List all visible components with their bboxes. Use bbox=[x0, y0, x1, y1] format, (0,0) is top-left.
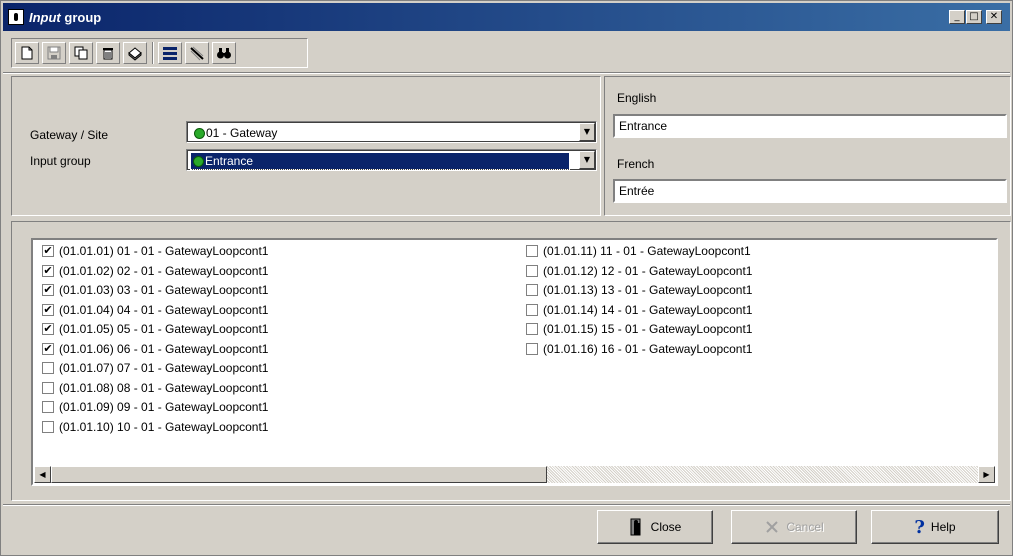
english-label: English bbox=[617, 91, 657, 105]
list-item-label: (01.01.10) 10 - 01 - GatewayLoopcont1 bbox=[59, 419, 269, 434]
list-item[interactable]: (01.01.10) 10 - 01 - GatewayLoopcont1 bbox=[42, 418, 268, 436]
list-item-label: (01.01.03) 03 - 01 - GatewayLoopcont1 bbox=[59, 283, 269, 297]
list-icon[interactable] bbox=[158, 42, 182, 64]
save-icon[interactable] bbox=[42, 42, 66, 64]
checkbox[interactable]: ✔ bbox=[42, 323, 54, 335]
list-item-label: (01.01.14) 14 - 01 - GatewayLoopcont1 bbox=[543, 302, 753, 317]
list-item-label: (01.01.11) 11 - 01 - GatewayLoopcont1 bbox=[543, 244, 751, 258]
list-item[interactable]: (01.01.15) 15 - 01 - GatewayLoopcont1 bbox=[526, 320, 752, 338]
gateway-select[interactable]: 01 - Gateway ▼ bbox=[186, 121, 597, 143]
gateway-value: 01 - Gateway bbox=[192, 125, 277, 141]
inputs-list[interactable]: ✔ (01.01.01) 01 - 01 - GatewayLoopcont1 ✔ (… bbox=[31, 238, 998, 486]
list-item[interactable]: ✔ (01.01.03) 03 - 01 - GatewayLoopcont1 bbox=[42, 281, 268, 299]
window-title: Input group bbox=[29, 10, 102, 25]
chevron-down-icon[interactable]: ▼ bbox=[579, 151, 595, 169]
horizontal-scrollbar[interactable]: ◀ ▶ bbox=[34, 466, 995, 483]
checkbox[interactable] bbox=[526, 264, 538, 277]
french-label: French bbox=[617, 157, 655, 171]
scroll-left-icon[interactable]: ◀ bbox=[34, 466, 51, 483]
list-item[interactable]: (01.01.09) 09 - 01 - GatewayLoopcont1 bbox=[42, 398, 268, 416]
divider bbox=[3, 504, 1010, 506]
close-label: Close bbox=[650, 520, 682, 534]
list-item[interactable]: ✔ (01.01.02) 02 - 01 - GatewayLoopcont1 bbox=[42, 262, 268, 280]
list-item-label: (01.01.04) 04 - 01 - GatewayLoopcont1 bbox=[59, 302, 269, 317]
minimize-button[interactable]: _ bbox=[949, 10, 965, 24]
list-item-label: (01.01.12) 12 - 01 - GatewayLoopcont1 bbox=[543, 263, 753, 278]
english-field[interactable]: Entrance bbox=[613, 114, 1007, 138]
print-icon[interactable] bbox=[123, 42, 147, 64]
checkbox[interactable] bbox=[42, 401, 54, 413]
list-item[interactable]: (01.01.16) 16 - 01 - GatewayLoopcont1 bbox=[526, 340, 752, 358]
list-item[interactable]: (01.01.11) 11 - 01 - GatewayLoopcont1 bbox=[526, 242, 751, 260]
checkbox[interactable] bbox=[526, 284, 538, 296]
checkbox[interactable]: ✔ bbox=[42, 303, 54, 316]
copy-icon[interactable] bbox=[69, 42, 93, 64]
scroll-right-icon[interactable]: ▶ bbox=[978, 466, 995, 483]
find-icon[interactable] bbox=[212, 42, 236, 64]
cancel-icon bbox=[766, 521, 779, 533]
help-button[interactable]: ? Help bbox=[871, 510, 999, 544]
input-group-window: Input group _ □ ✕ Gateway / Site 01 - Ga… bbox=[0, 0, 1013, 556]
list-item[interactable]: (01.01.08) 08 - 01 - GatewayLoopcont1 bbox=[42, 379, 268, 397]
checkbox[interactable] bbox=[42, 420, 54, 433]
list-item[interactable]: (01.01.12) 12 - 01 - GatewayLoopcont1 bbox=[526, 262, 752, 280]
scroll-thumb[interactable] bbox=[51, 466, 547, 483]
help-label: Help bbox=[930, 520, 956, 534]
list-item[interactable]: ✔ (01.01.04) 04 - 01 - GatewayLoopcont1 bbox=[42, 301, 268, 319]
list-item-label: (01.01.01) 01 - 01 - GatewayLoopcont1 bbox=[59, 244, 269, 258]
checkbox[interactable] bbox=[42, 362, 54, 374]
gateway-label: Gateway / Site bbox=[30, 128, 109, 142]
list-item-label: (01.01.05) 05 - 01 - GatewayLoopcont1 bbox=[59, 322, 269, 336]
link-icon[interactable] bbox=[185, 42, 209, 64]
list-item-label: (01.01.09) 09 - 01 - GatewayLoopcont1 bbox=[59, 400, 269, 414]
list-item-label: (01.01.08) 08 - 01 - GatewayLoopcont1 bbox=[59, 380, 269, 395]
french-field[interactable]: Entrée bbox=[613, 179, 1007, 203]
checkbox[interactable] bbox=[42, 381, 54, 394]
checkbox[interactable] bbox=[526, 342, 538, 355]
list-item[interactable]: (01.01.07) 07 - 01 - GatewayLoopcont1 bbox=[42, 359, 268, 377]
translation-panel: English Entrance French Entrée bbox=[604, 76, 1011, 216]
list-item-label: (01.01.06) 06 - 01 - GatewayLoopcont1 bbox=[59, 341, 269, 356]
checkbox[interactable] bbox=[526, 245, 538, 257]
new-icon[interactable] bbox=[15, 42, 39, 64]
close-button[interactable]: Close bbox=[597, 510, 713, 544]
close-window-button[interactable]: ✕ bbox=[986, 10, 1002, 24]
delete-icon[interactable] bbox=[96, 42, 120, 64]
list-item-label: (01.01.15) 15 - 01 - GatewayLoopcont1 bbox=[543, 322, 753, 336]
input-group-select[interactable]: Entrance ▼ bbox=[186, 149, 597, 171]
list-item-label: (01.01.16) 16 - 01 - GatewayLoopcont1 bbox=[543, 341, 753, 356]
input-group-value: Entrance bbox=[190, 152, 570, 170]
app-icon bbox=[8, 9, 24, 25]
list-item-label: (01.01.13) 13 - 01 - GatewayLoopcont1 bbox=[543, 283, 753, 297]
list-item[interactable]: ✔ (01.01.05) 05 - 01 - GatewayLoopcont1 bbox=[42, 320, 268, 338]
checkbox[interactable] bbox=[526, 323, 538, 335]
list-item-label: (01.01.07) 07 - 01 - GatewayLoopcont1 bbox=[59, 361, 269, 375]
status-dot-icon bbox=[194, 128, 205, 139]
maximize-button[interactable]: □ bbox=[966, 10, 982, 24]
checkbox[interactable]: ✔ bbox=[42, 284, 54, 296]
cancel-label: Cancel bbox=[786, 520, 824, 534]
toolbar bbox=[11, 38, 308, 68]
checkbox[interactable]: ✔ bbox=[42, 264, 54, 277]
status-dot-icon bbox=[193, 156, 204, 167]
divider bbox=[3, 72, 1010, 74]
checkbox[interactable]: ✔ bbox=[42, 245, 54, 257]
list-item[interactable]: (01.01.14) 14 - 01 - GatewayLoopcont1 bbox=[526, 301, 752, 319]
cancel-button[interactable]: Cancel bbox=[731, 510, 857, 544]
list-item[interactable]: ✔ (01.01.06) 06 - 01 - GatewayLoopcont1 bbox=[42, 340, 268, 358]
selection-panel: Gateway / Site 01 - Gateway ▼ Input grou… bbox=[11, 76, 601, 216]
list-item[interactable]: (01.01.13) 13 - 01 - GatewayLoopcont1 bbox=[526, 281, 752, 299]
checkbox[interactable]: ✔ bbox=[42, 342, 54, 355]
chevron-down-icon[interactable]: ▼ bbox=[579, 123, 595, 141]
toolbar-separator bbox=[152, 42, 154, 64]
title-bar[interactable]: Input group _ □ ✕ bbox=[3, 3, 1010, 31]
question-mark-icon: ? bbox=[914, 516, 925, 538]
checkbox[interactable] bbox=[526, 303, 538, 316]
exit-door-icon bbox=[630, 518, 641, 536]
list-item-label: (01.01.02) 02 - 01 - GatewayLoopcont1 bbox=[59, 263, 269, 278]
list-item[interactable]: ✔ (01.01.01) 01 - 01 - GatewayLoopcont1 bbox=[42, 242, 268, 260]
input-group-label: Input group bbox=[30, 154, 91, 168]
